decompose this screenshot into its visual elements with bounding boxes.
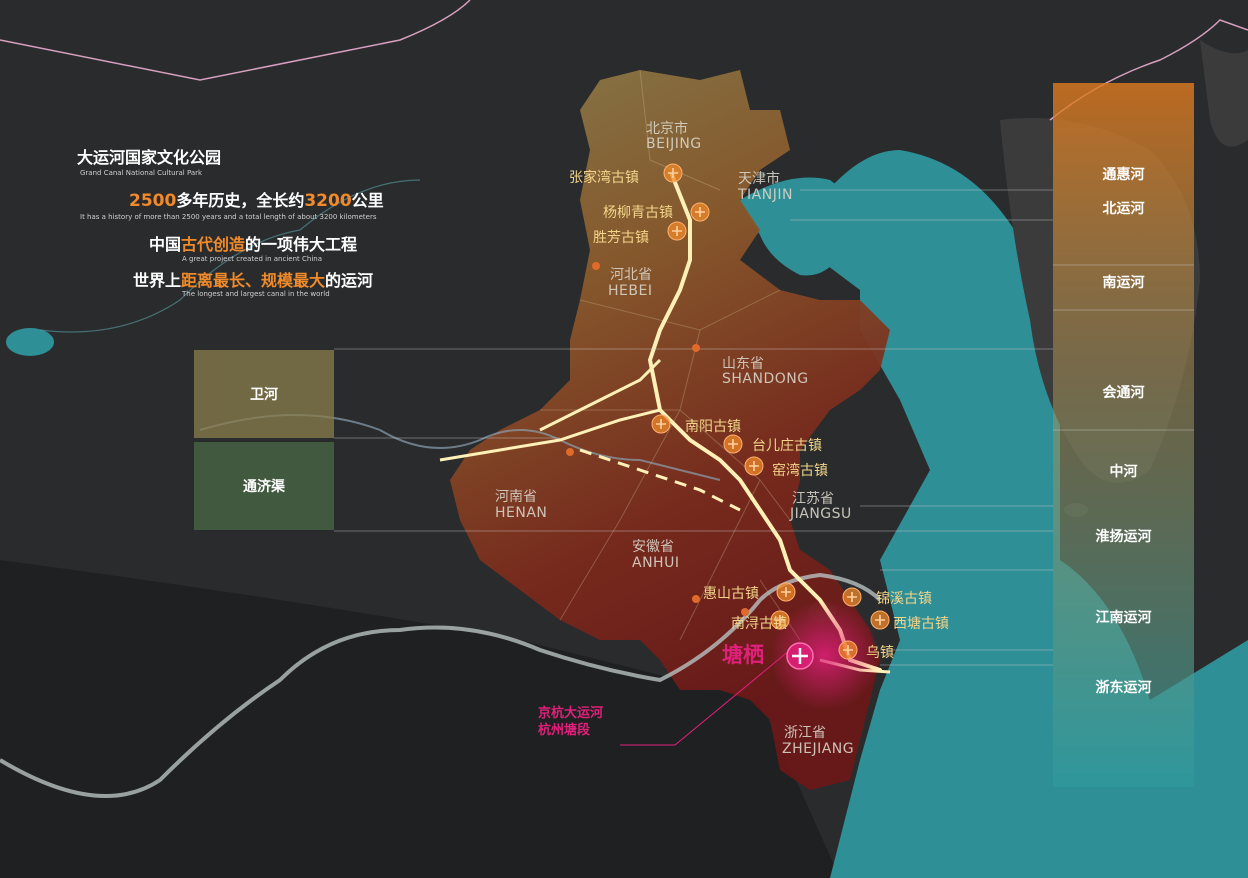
legend-weihe: 卫河 [250,387,278,403]
legend-huitong-river: 会通河 [1102,385,1145,401]
town-xitang: 西塘古镇 [893,616,949,632]
legend-huaiyang-canal: 淮扬运河 [1095,529,1152,545]
town-yangliuqing: 杨柳青古镇 [603,205,673,221]
town-taierzhuang: 台儿庄古镇 [752,438,822,454]
legend-tongjiqu: 通济渠 [243,479,285,495]
map-stage: 大运河国家文化公园 Grand Canal National Cultural … [0,0,1248,878]
town-shengfang: 胜芳古镇 [593,230,649,246]
legend-nanyun-river: 南运河 [1102,275,1145,291]
legend-jiangnan-canal: 江南运河 [1095,610,1152,626]
town-markers [566,163,890,670]
legend-tonghui-river: 通惠河 [1102,167,1145,183]
town-jinxi: 锦溪古镇 [876,591,932,607]
town-nanyang: 南阳古镇 [685,419,741,435]
town-yaowan: 窑湾古镇 [772,463,828,479]
town-zhangjiawan: 张家湾古镇 [569,170,639,186]
callout-line-2: 杭州塘段 [538,723,591,738]
legend-zhedong-canal: 浙东运河 [1095,680,1152,696]
legend-beiyun-river: 北运河 [1102,201,1145,217]
town-wuzhen: 乌镇 [866,645,894,661]
tangqi-label: 塘栖 [722,643,764,667]
legend-zhong-river: 中河 [1109,464,1138,480]
town-nanxun: 南浔古镇 [731,616,787,632]
town-huishan: 惠山古镇 [703,586,759,602]
callout-line-1: 京杭大运河 [538,706,604,721]
